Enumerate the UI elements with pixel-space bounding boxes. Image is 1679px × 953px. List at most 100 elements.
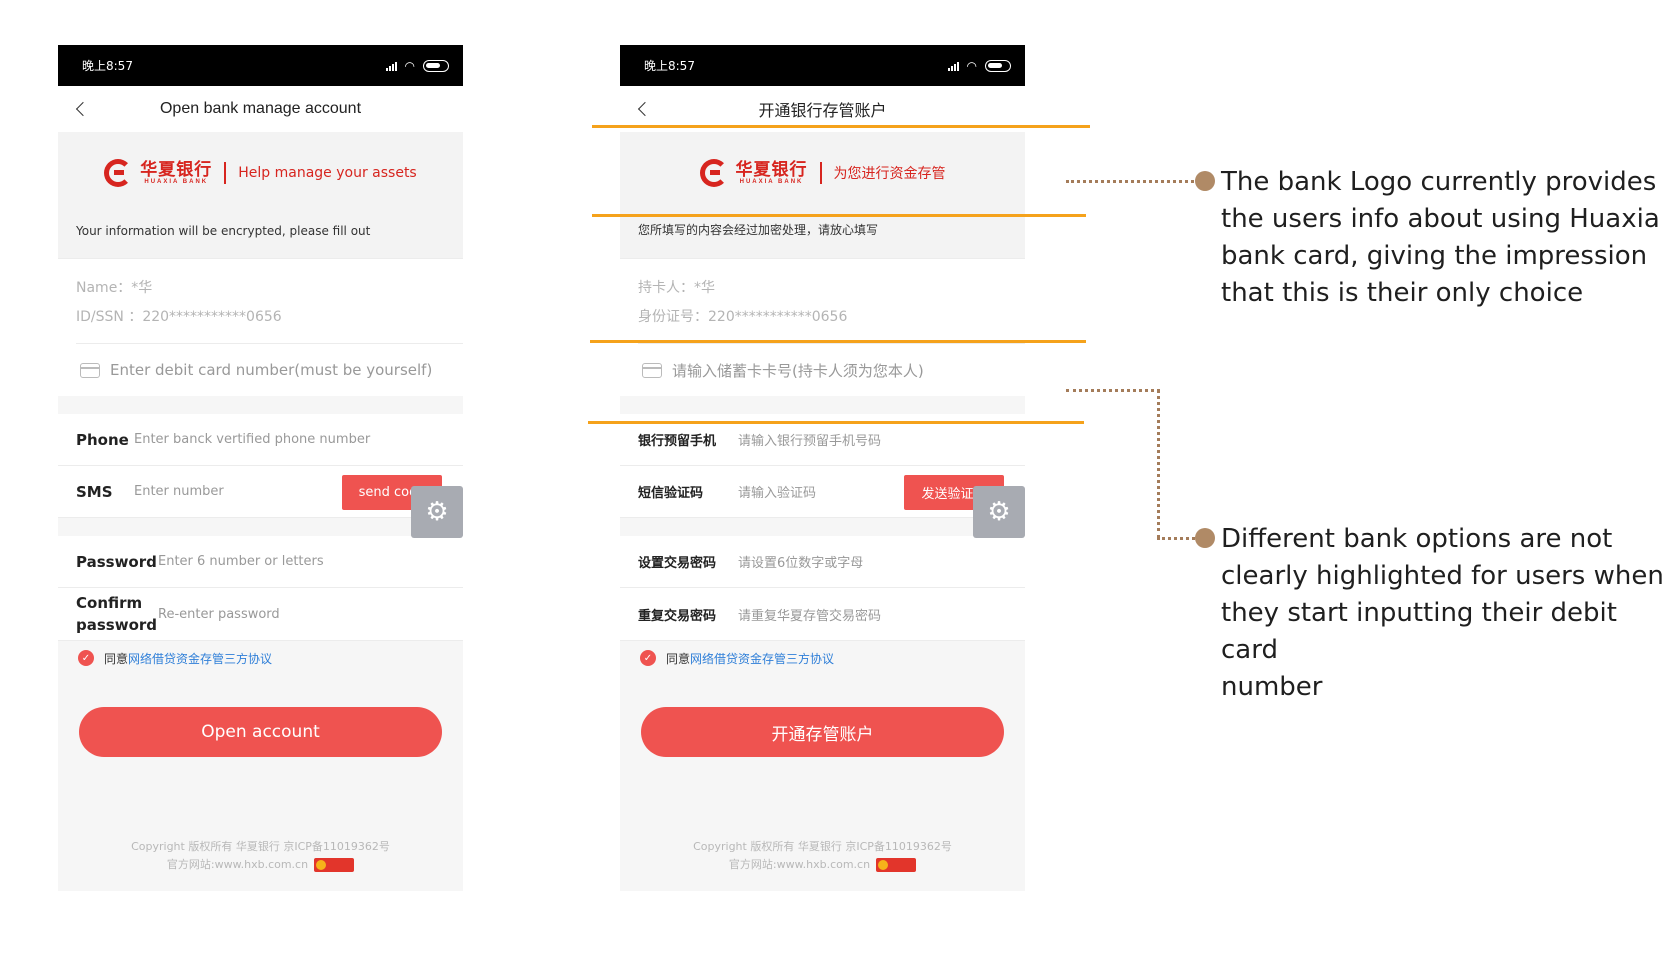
bank-card-icon [642,362,662,378]
bank-mark-icon [104,159,133,187]
settings-float-button[interactable]: ⚙ [973,486,1025,538]
password-placeholder: 请设置6位数字或字母 [738,556,864,571]
sms-placeholder: Enter number [134,484,224,499]
copyright-text: Copyright 版权所有 华夏银行 京ICP备11019362号 [131,840,390,853]
status-icons: ◠ [947,58,1011,73]
confirm-label: Confirm password [76,594,158,634]
check-icon[interactable]: ✓ [640,650,656,666]
card-info-section: 持卡人：*华 身份证号：220***********0656 请输入储蓄卡卡号(… [620,258,1025,396]
confirm-label: 重复交易密码 [638,608,717,624]
gear-icon: ⚙ [425,497,449,527]
connector-options-top [1066,389,1160,392]
card-number-input[interactable]: 请输入储蓄卡卡号(持卡人须为您本人) [638,343,1025,396]
phone-label: 银行预留手机 [638,434,717,449]
card-number-placeholder: 请输入储蓄卡卡号(持卡人须为您本人) [672,361,924,380]
website-text: 官方网站:www.hxb.com.cn [728,858,871,871]
holder-name: 持卡人：*华 [638,280,715,296]
encryption-notice: 您所填写的内容会经过加密处理，请放心填写 [638,223,879,237]
sms-placeholder: 请输入验证码 [738,486,817,501]
open-account-button[interactable]: Open account [79,707,442,757]
agreement-row[interactable]: ✓ 同意网络借贷资金存管三方协议 [58,641,463,675]
phone-placeholder: 请输入银行预留手机号码 [738,434,882,449]
phone-screen-chinese: 晚上8:57 ◠ 开通银行存管账户 华夏银行 HUAXIA BANK 为您进行资… [620,45,1025,891]
gear-icon: ⚙ [987,497,1011,527]
wifi-icon: ◠ [966,58,977,73]
trust-badge-icon [314,858,355,872]
copyright-text: Copyright 版权所有 华夏银行 京ICP备11019362号 [693,840,952,853]
card-number-input[interactable]: Enter debit card number(must be yourself… [76,343,463,396]
sms-field[interactable]: 短信验证码 请输入验证码 发送验证码 ⚙ [620,466,1025,538]
website-text: 官方网站:www.hxb.com.cn [166,858,309,871]
phone-field[interactable]: Phone Enter banck vertified phone number [58,414,463,466]
password-label: Password [76,552,157,571]
phone-label: Phone [76,430,129,449]
password-label: 设置交易密码 [638,556,717,571]
bullet-options [1195,528,1215,548]
logo-divider [819,162,822,184]
holder-id: ID/SSN ：220***********0656 [76,309,282,325]
sms-label: SMS [76,482,113,501]
page-title: Open bank manage account [159,100,362,117]
settings-float-button[interactable]: ⚙ [411,486,463,538]
agreement-link[interactable]: 网络借贷资金存管三方协议 [128,652,272,666]
agreement-link[interactable]: 网络借贷资金存管三方协议 [690,652,834,666]
sms-label: 短信验证码 [638,486,704,501]
holder-id: 身份证号：220***********0656 [638,309,848,325]
confirm-password-field[interactable]: 重复交易密码 请重复华夏存管交易密码 [620,588,1025,641]
bullet-logo [1195,171,1215,191]
status-bar: 晚上8:57 ◠ [58,45,463,86]
confirm-placeholder: 请重复华夏存管交易密码 [738,608,882,624]
bank-card-icon [80,362,100,378]
nav-bar: Open bank manage account [58,86,463,132]
bank-name-en: HUAXIA BANK [144,179,209,185]
phone-screen-english: 晚上8:57 ◠ Open bank manage account 华夏银行 H… [58,45,463,891]
bank-logo: 华夏银行 HUAXIA BANK 为您进行资金存管 [620,159,1025,187]
annotation-options: Different bank options are not clearly h… [1221,524,1664,702]
highlight-line-card-bottom [588,421,1084,424]
bank-slogan: 为您进行资金存管 [833,166,946,182]
bank-banner: 华夏银行 HUAXIA BANK 为您进行资金存管 您所填写的内容会经过加密处理… [620,132,1025,258]
highlight-line-logo-top [592,125,1090,128]
highlight-line-card-top [590,340,1086,343]
check-icon[interactable]: ✓ [78,650,94,666]
trust-badge-icon [876,858,917,872]
battery-icon [985,59,1011,72]
connector-options-vertical [1157,389,1160,539]
bank-name: 华夏银行 [735,160,808,180]
bank-banner: 华夏银行 HUAXIA BANK Help manage your assets… [58,132,463,258]
status-bar: 晚上8:57 ◠ [620,45,1025,86]
back-arrow-icon[interactable] [75,101,91,117]
sms-field[interactable]: SMS Enter number send code ⚙ [58,466,463,538]
annotation-logo: The bank Logo currently provides the use… [1221,167,1660,308]
holder-info: 持卡人：*华 身份证号：220***********0656 [620,258,1025,343]
footer: Copyright 版权所有 华夏银行 京ICP备11019362号 官方网站:… [620,838,1025,874]
agreement-row[interactable]: ✓ 同意网络借贷资金存管三方协议 [620,641,1025,675]
encryption-notice: Your information will be encrypted, plea… [76,224,371,238]
back-arrow-icon[interactable] [637,101,653,117]
page-title: 开通银行存管账户 [758,103,887,120]
logo-divider [224,162,227,184]
bank-logo: 华夏银行 HUAXIA BANK Help manage your assets [58,159,463,187]
bank-name-en: HUAXIA BANK [739,179,804,185]
phone-placeholder: Enter banck vertified phone number [134,432,371,447]
wifi-icon: ◠ [404,58,415,73]
card-info-section: Name：*华 ID/SSN ：220***********0656 Enter… [58,258,463,396]
open-account-button[interactable]: 开通存管账户 [641,707,1004,757]
holder-info: Name：*华 ID/SSN ：220***********0656 [58,258,463,343]
password-field[interactable]: 设置交易密码 请设置6位数字或字母 [620,536,1025,588]
confirm-password-field[interactable]: Confirm password Re-enter password [58,588,463,641]
highlight-line-logo-bottom [592,214,1086,217]
password-field[interactable]: Password Enter 6 number or letters [58,536,463,588]
connector-logo [1066,180,1200,183]
status-time: 晚上8:57 [644,59,695,73]
confirm-placeholder: Re-enter password [158,606,280,622]
agree-prefix: 同意 [104,651,129,666]
agree-prefix: 同意 [666,651,691,666]
bank-mark-icon [699,159,728,187]
password-placeholder: Enter 6 number or letters [158,554,324,569]
bank-slogan: Help manage your assets [238,165,417,181]
